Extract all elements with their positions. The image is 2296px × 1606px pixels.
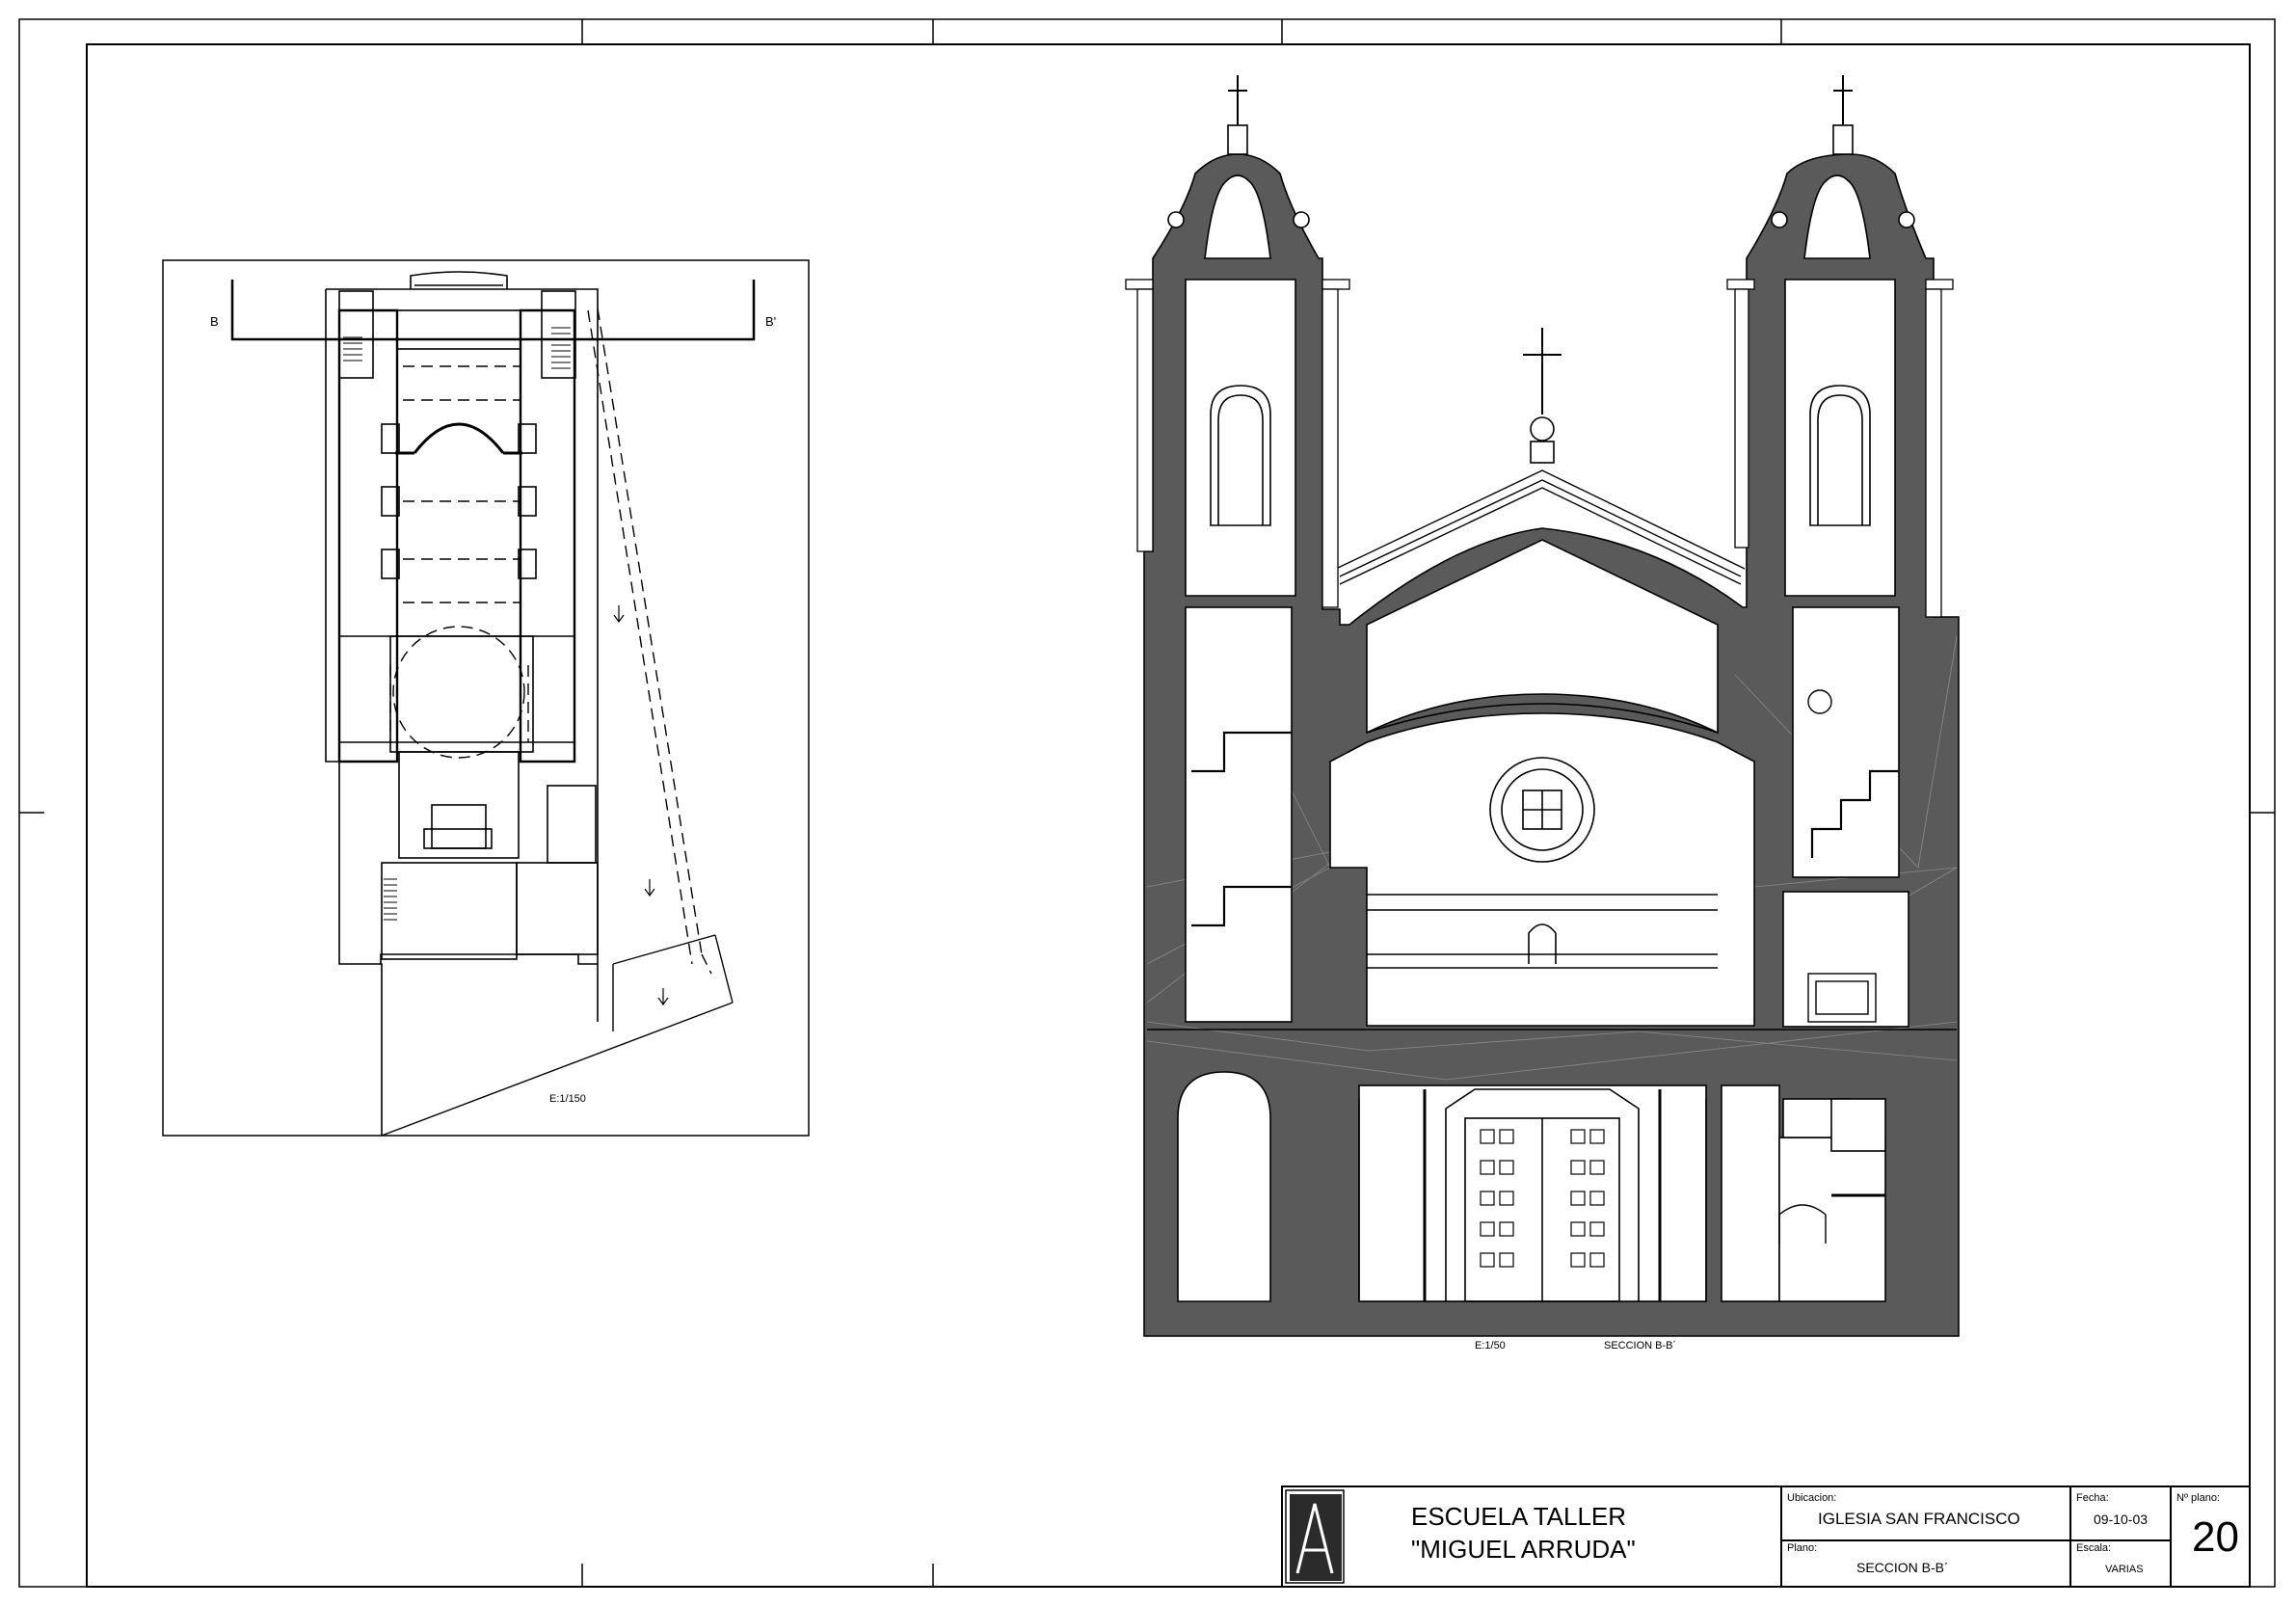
school-name-line1: ESCUELA TALLER [1411, 1502, 1627, 1531]
fecha-label: Fecha: [2076, 1492, 2109, 1504]
plan-frame [162, 259, 810, 1137]
escala-value: VARIAS [2105, 1564, 2144, 1575]
ubicacion-value: IGLESIA SAN FRANCISCO [1818, 1510, 2020, 1528]
floor-plan [162, 259, 810, 1137]
section-drawing [1125, 75, 1960, 1337]
fecha-value: 09-10-03 [2094, 1512, 2149, 1527]
plano-label: Plano: [1787, 1542, 1818, 1554]
section-caption: SECCION B-B´ [1604, 1340, 1677, 1352]
ubicacion-label: Ubicacion: [1787, 1492, 1837, 1504]
plano-value: SECCION B-B´ [1856, 1560, 1949, 1575]
numero-value: 20 [2192, 1513, 2239, 1561]
section-scale-label: E:1/50 [1475, 1340, 1506, 1352]
plan-scale-label: E:1/150 [549, 1093, 586, 1105]
numero-label: Nº plano: [2176, 1492, 2220, 1504]
escala-label: Escala: [2076, 1542, 2112, 1554]
drawing-canvas [18, 18, 2276, 1588]
cut-label-left: B [210, 314, 219, 329]
drawing-sheet: B B' E:1/150 E:1/50 SECCION B-B´ ESCUELA… [0, 0, 2296, 1606]
school-name-line2: "MIGUEL ARRUDA" [1411, 1535, 1636, 1564]
cut-label-right: B' [765, 314, 777, 329]
